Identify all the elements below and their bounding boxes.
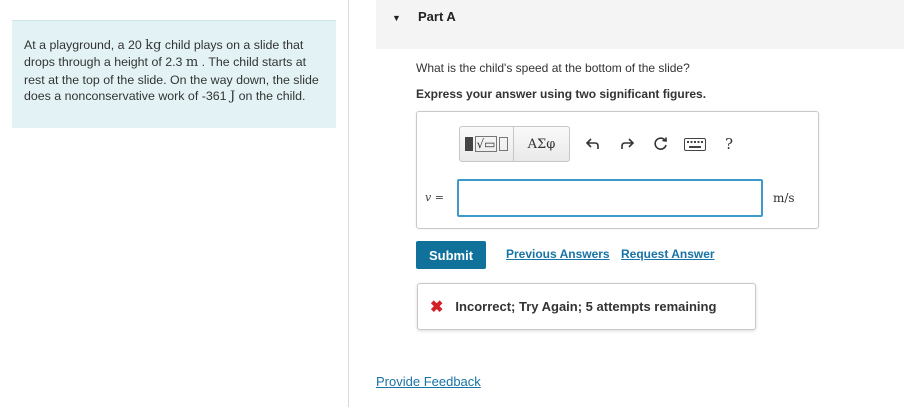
column-divider (348, 0, 349, 407)
previous-answers-link[interactable]: Previous Answers (506, 247, 610, 261)
unit-label: m/s (773, 191, 795, 205)
help-button[interactable]: ? (712, 126, 746, 162)
reset-button[interactable] (644, 126, 678, 162)
unit-m: m (185, 55, 199, 71)
reset-icon (654, 137, 667, 150)
templates-icon: √▭ (464, 136, 509, 152)
redo-button[interactable] (610, 126, 644, 162)
submit-button[interactable]: Submit (416, 241, 486, 269)
undo-button[interactable] (576, 126, 610, 162)
undo-icon (586, 138, 599, 149)
question-text: What is the child's speed at the bottom … (416, 61, 690, 75)
problem-text-1: At a playground, a 20 (24, 38, 146, 52)
greek-symbols-button[interactable]: ΑΣφ (514, 127, 569, 161)
problem-text-4: on the child. (235, 89, 306, 104)
answer-input[interactable] (457, 179, 763, 217)
keyboard-icon (684, 137, 706, 151)
part-title: Part A (418, 9, 456, 24)
feedback-text: Incorrect; Try Again; 5 attempts remaini… (455, 299, 717, 314)
variable-label: v = (425, 191, 444, 204)
redo-icon (621, 138, 634, 149)
unit-kg: kg (145, 38, 162, 53)
feedback-message: ✖ Incorrect; Try Again; 5 attempts remai… (417, 283, 756, 330)
x-icon: ✖ (430, 298, 444, 316)
keyboard-button[interactable] (678, 126, 712, 162)
math-toolbar: √▭ ΑΣφ ? (459, 126, 746, 162)
provide-feedback-link[interactable]: Provide Feedback (376, 374, 481, 389)
request-answer-link[interactable]: Request Answer (621, 247, 715, 261)
part-a-header[interactable]: ▼ Part A (376, 0, 904, 49)
toolbar-button-group: √▭ ΑΣφ (459, 126, 570, 162)
collapse-arrow-icon[interactable]: ▼ (392, 13, 401, 23)
templates-button[interactable]: √▭ (460, 127, 514, 161)
instruction-text: Express your answer using two significan… (416, 87, 707, 101)
problem-statement: At a playground, a 20 kg child plays on … (12, 20, 336, 128)
